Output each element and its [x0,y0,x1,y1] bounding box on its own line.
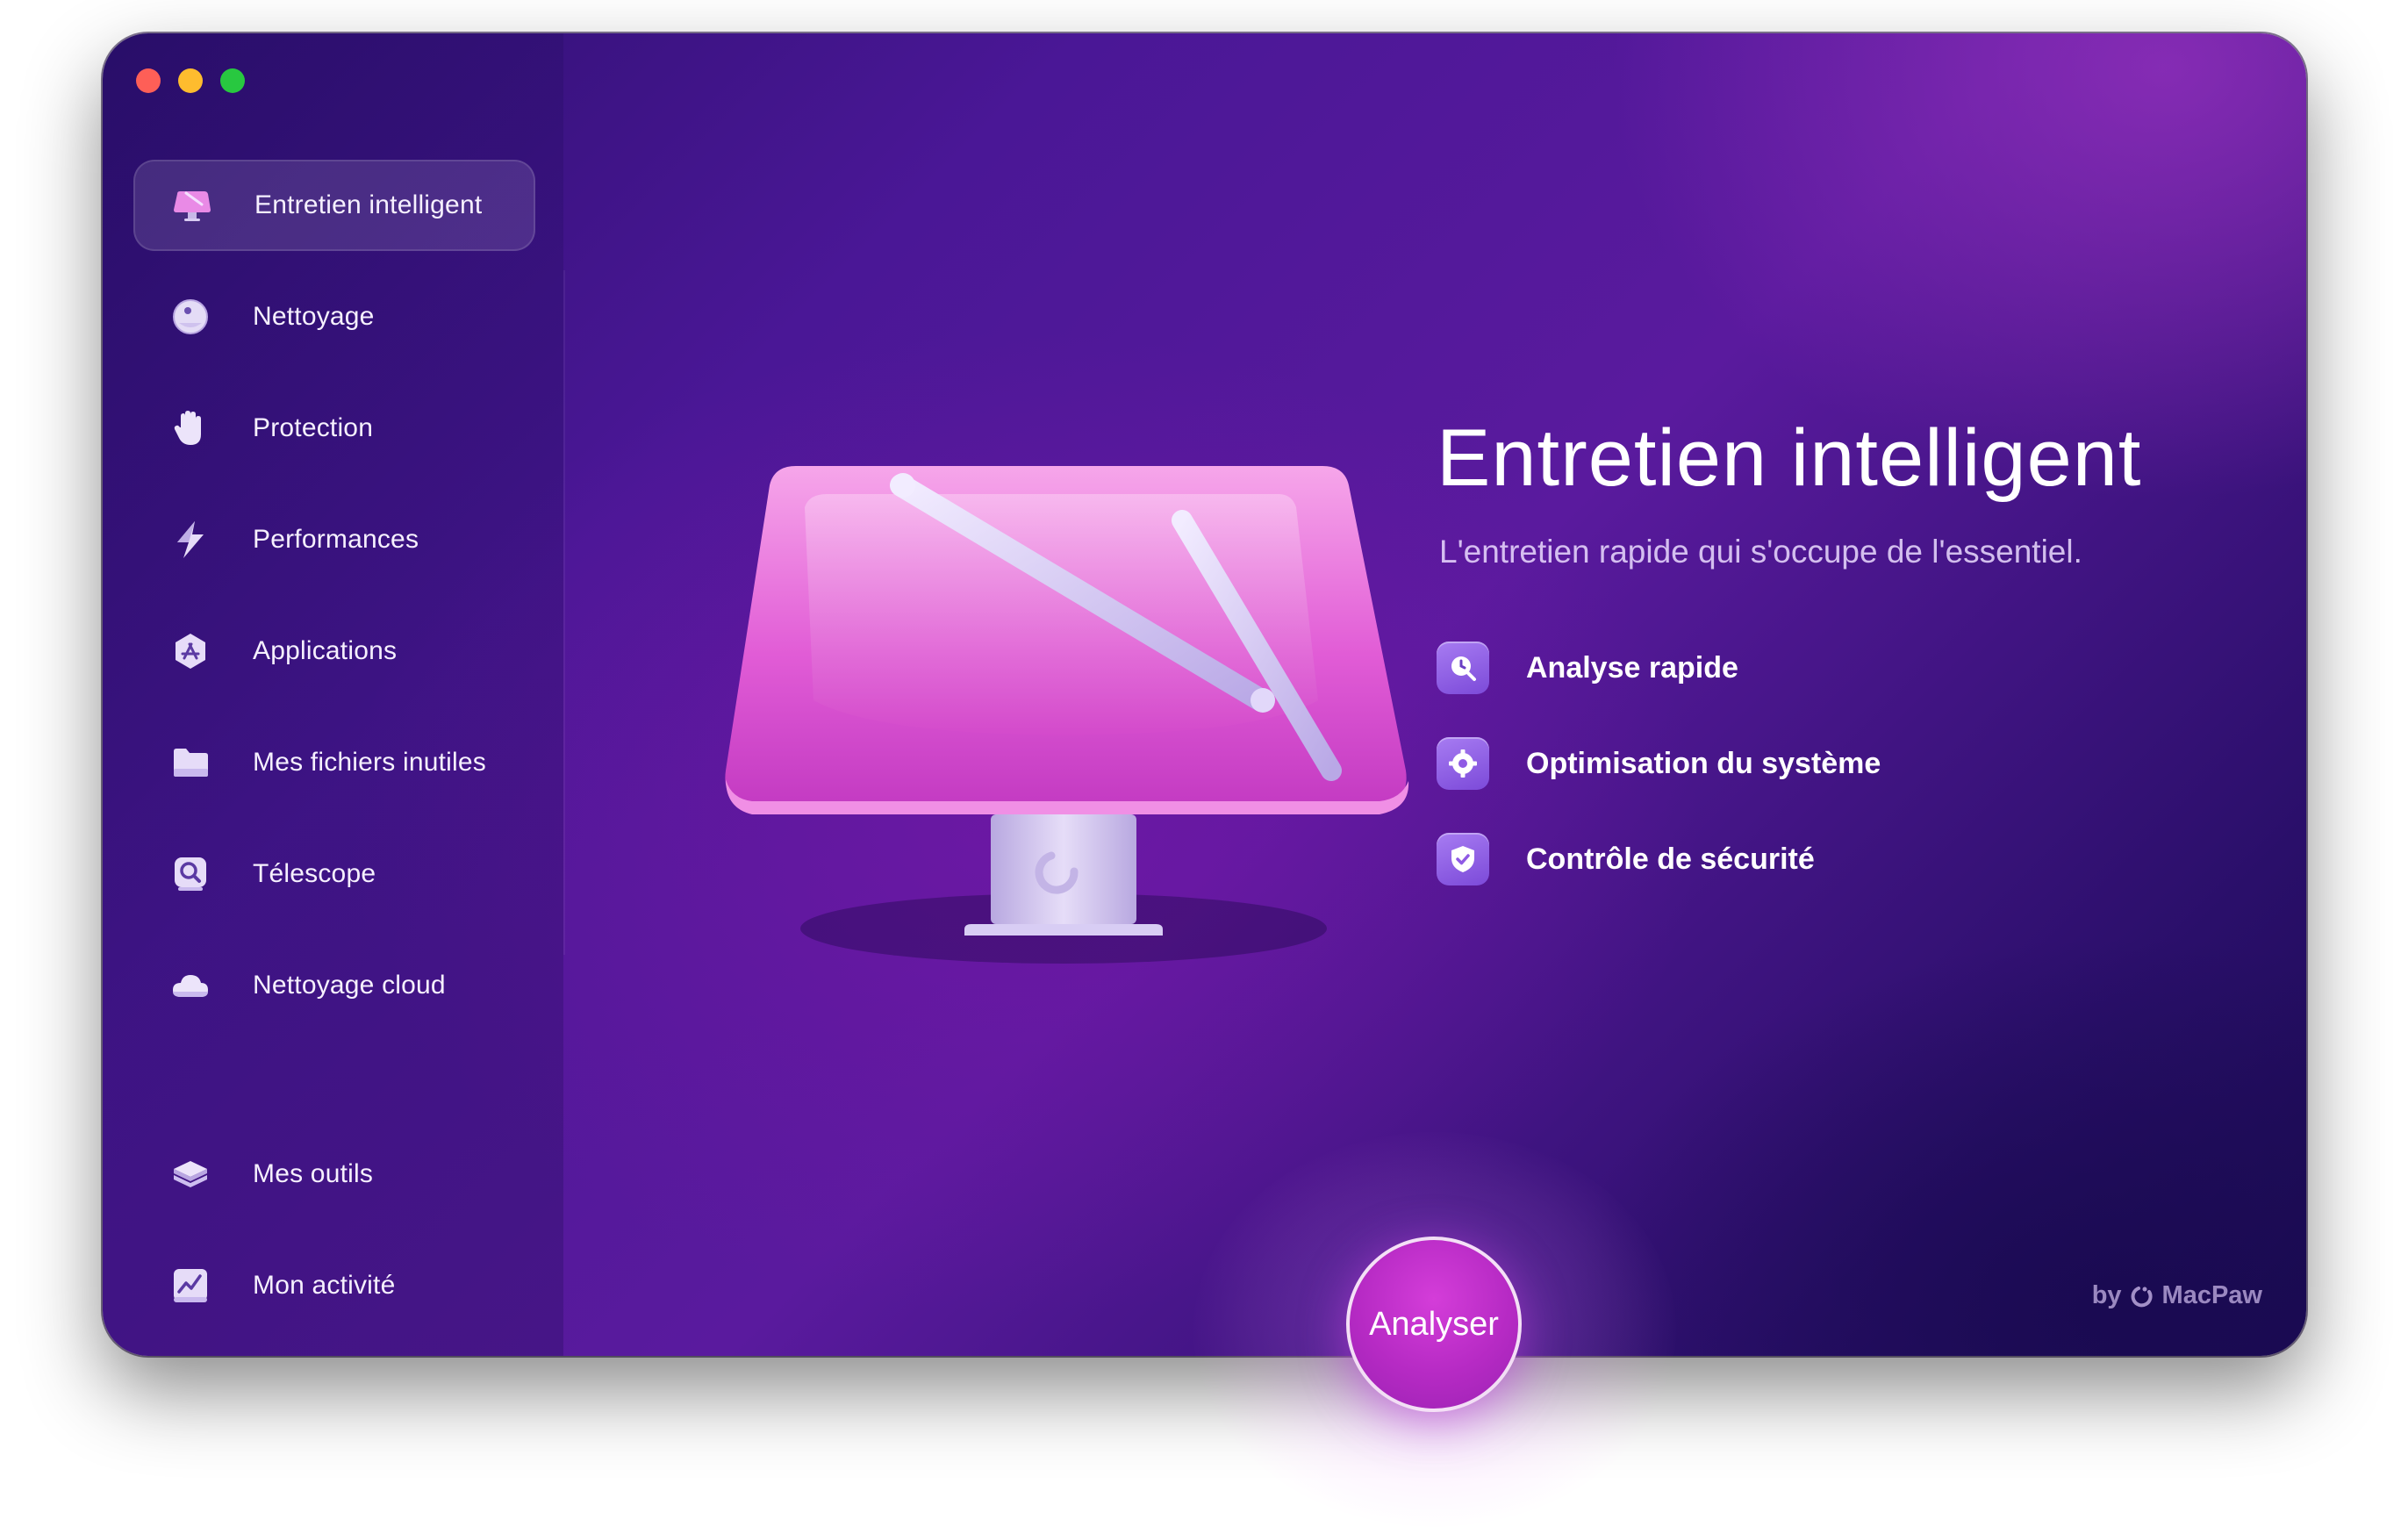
sidebar-divider [563,270,565,955]
feature-label: Analyse rapide [1526,650,1738,685]
cloud-icon [170,965,211,1006]
app-window: Entretien intelligent Nettoyage Protecti… [103,33,2306,1356]
sidebar-item-large-old-files[interactable]: Mes fichiers inutiles [133,717,535,808]
gear-icon [1437,737,1489,790]
sidebar-item-label: Protection [253,413,374,442]
branding-prefix: by [2091,1281,2122,1309]
smart-care-icon [172,185,212,226]
sidebar-item-telescope[interactable]: Télescope [133,828,535,920]
sidebar-item-label: Mes fichiers inutiles [253,748,486,777]
sidebar-item-label: Mes outils [253,1159,374,1188]
zoom-window-button[interactable] [220,68,245,93]
sidebar-item-label: Télescope [253,859,376,888]
sidebar-item-label: Mon activité [253,1271,396,1300]
sidebar-item-applications[interactable]: Applications [133,606,535,697]
feature-quick-scan: Analyse rapide [1437,642,1738,694]
macpaw-logo-icon [2131,1285,2154,1308]
page-title: Entretien intelligent [1437,413,2142,503]
sidebar-item-my-activity[interactable]: Mon activité [133,1240,535,1331]
sidebar-item-label: Nettoyage [253,302,375,331]
window-controls [136,68,245,93]
page-subtitle: L'entretien rapide qui s'occupe de l'ess… [1439,534,2082,570]
shield-check-icon [1437,833,1489,885]
cleanup-icon [170,297,211,337]
layers-icon [170,1154,211,1194]
branding-name: MacPaw [2161,1281,2262,1309]
folder-icon [170,742,211,783]
sidebar-item-cloud-cleanup[interactable]: Nettoyage cloud [133,940,535,1031]
sidebar-item-label: Applications [253,636,398,665]
sidebar-item-smart-care[interactable]: Entretien intelligent [133,160,535,251]
feature-security-check: Contrôle de sécurité [1437,833,1815,885]
lightning-icon [170,520,211,560]
sidebar-item-label: Nettoyage cloud [253,971,446,1000]
minimize-window-button[interactable] [178,68,203,93]
feature-label: Optimisation du système [1526,746,1881,780]
feature-label: Contrôle de sécurité [1526,842,1815,876]
feature-system-optimization: Optimisation du système [1437,737,1881,790]
sidebar-item-my-tools[interactable]: Mes outils [133,1129,535,1220]
sidebar-item-cleanup[interactable]: Nettoyage [133,271,535,362]
app-store-icon [170,631,211,671]
activity-chart-icon [170,1265,211,1306]
close-window-button[interactable] [136,68,161,93]
sidebar-item-protection[interactable]: Protection [133,383,535,474]
smart-care-illustration [664,402,1454,999]
hand-icon [170,408,211,448]
sidebar-item-performance[interactable]: Performances [133,494,535,585]
magnifier-icon [170,854,211,894]
clock-magnifier-icon [1437,642,1489,694]
macpaw-branding: by MacPaw [2092,1281,2262,1310]
sidebar-item-label: Entretien intelligent [254,190,483,219]
scan-button[interactable]: Analyser [1346,1237,1522,1412]
sidebar-item-label: Performances [253,525,419,554]
